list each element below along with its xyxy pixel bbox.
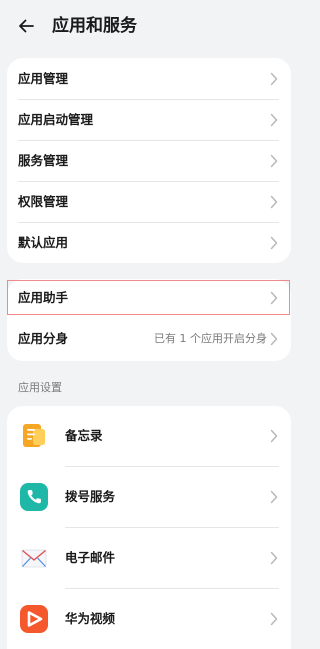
app-label: 电子邮件 [65, 550, 116, 565]
phone-icon [20, 483, 48, 511]
chevron-right-icon [270, 72, 278, 86]
row-label: 服务管理 [18, 153, 69, 168]
arrow-left-icon [19, 19, 34, 33]
app-settings-list: 备忘录 拨号服务 电子邮件 华为视频 [7, 406, 291, 649]
memo-icon [23, 424, 45, 447]
row-value: 已有 1 个应用开启分身 [154, 332, 267, 345]
row-label: 应用管理 [18, 71, 69, 86]
row-permission-management[interactable]: 权限管理 [7, 182, 291, 222]
row-default-apps[interactable]: 默认应用 [7, 223, 291, 263]
app-label: 拨号服务 [65, 489, 116, 504]
chevron-right-icon [270, 236, 278, 250]
row-label: 默认应用 [18, 235, 69, 250]
chevron-right-icon [270, 551, 278, 565]
app-row-dialer[interactable]: 拨号服务 [7, 467, 291, 527]
row-app-management[interactable]: 应用管理 [7, 59, 291, 99]
app-row-memo[interactable]: 备忘录 [7, 406, 291, 466]
back-button[interactable] [14, 14, 38, 38]
video-play-icon [20, 605, 48, 633]
settings-group-main: 应用管理 应用启动管理 服务管理 权限管理 默认应用 [7, 58, 291, 263]
highlight-box [7, 280, 290, 315]
app-label: 华为视频 [65, 611, 116, 626]
chevron-right-icon [270, 490, 278, 504]
chevron-right-icon [270, 612, 278, 626]
app-row-email[interactable]: 电子邮件 [7, 528, 291, 588]
chevron-right-icon [270, 332, 278, 346]
page-title: 应用和服务 [52, 16, 137, 36]
chevron-right-icon [270, 195, 278, 209]
chevron-right-icon [270, 113, 278, 127]
row-label: 权限管理 [18, 194, 69, 209]
app-row-huawei-video[interactable]: 华为视频 [7, 589, 291, 649]
mail-icon [21, 549, 47, 568]
row-label: 应用分身 [18, 331, 69, 346]
app-label: 备忘录 [65, 428, 103, 443]
chevron-right-icon [270, 429, 278, 443]
row-label: 应用启动管理 [18, 112, 94, 127]
row-app-launch-management[interactable]: 应用启动管理 [7, 100, 291, 140]
section-label: 应用设置 [18, 381, 62, 394]
header: 应用和服务 [0, 0, 292, 52]
chevron-right-icon [270, 154, 278, 168]
row-app-twin[interactable]: 应用分身 已有 1 个应用开启分身 [7, 319, 291, 359]
row-service-management[interactable]: 服务管理 [7, 141, 291, 181]
